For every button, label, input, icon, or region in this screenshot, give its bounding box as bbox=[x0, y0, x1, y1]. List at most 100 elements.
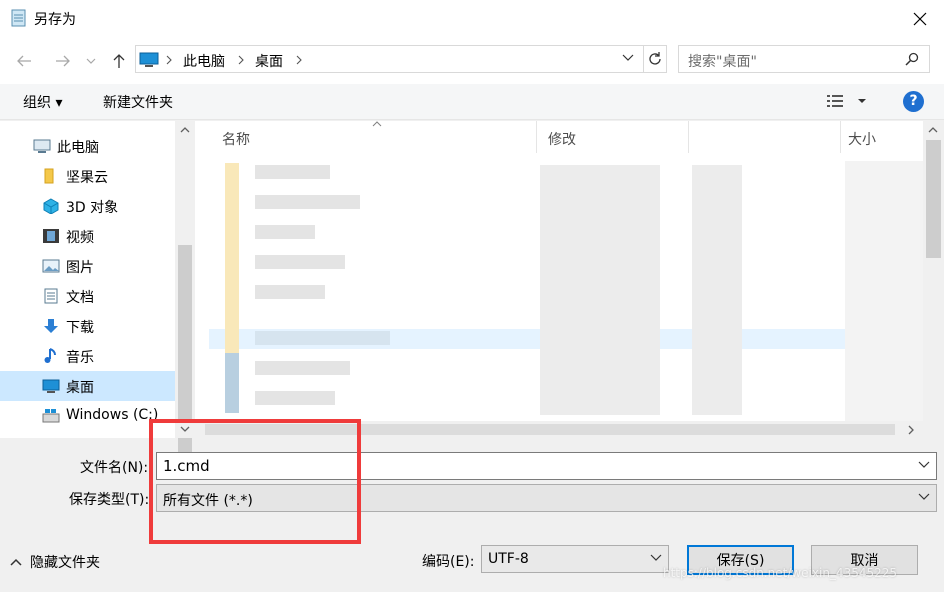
obscured-file-name bbox=[255, 195, 360, 209]
window-title: 另存为 bbox=[34, 12, 76, 28]
computer-icon bbox=[33, 139, 51, 153]
chevron-up-icon[interactable] bbox=[928, 127, 938, 133]
sidebar-item-downloads[interactable]: 下载 bbox=[0, 311, 175, 341]
chevron-down-icon bbox=[918, 493, 930, 500]
chevron-up-icon bbox=[10, 558, 22, 566]
back-button[interactable] bbox=[11, 48, 37, 74]
sidebar-item-pictures[interactable]: 图片 bbox=[0, 251, 175, 281]
obscured-file-icons bbox=[225, 163, 239, 353]
column-header-label: 名称 bbox=[222, 132, 250, 148]
scrollbar-thumb[interactable] bbox=[205, 424, 895, 435]
chevron-down-icon[interactable] bbox=[180, 426, 190, 432]
chevron-down-icon bbox=[650, 554, 662, 561]
hide-folders-toggle[interactable]: 隐藏文件夹 bbox=[10, 552, 100, 572]
drive-icon bbox=[42, 409, 60, 423]
search-placeholder: 搜索"桌面" bbox=[688, 54, 757, 70]
chevron-up-icon[interactable] bbox=[180, 127, 190, 133]
picture-icon bbox=[42, 259, 60, 273]
column-header-label: 大小 bbox=[848, 132, 876, 148]
obscured-file-name bbox=[255, 225, 315, 239]
filename-input[interactable]: 1.cmd bbox=[156, 452, 937, 480]
arrow-up-icon bbox=[113, 54, 125, 68]
sidebar-item-3d-objects[interactable]: 3D 对象 bbox=[0, 191, 175, 221]
chevron-down-icon[interactable] bbox=[622, 54, 634, 62]
sidebar-item-music[interactable]: 音乐 bbox=[0, 341, 175, 371]
details-view-icon bbox=[827, 95, 866, 107]
chevron-right-icon[interactable] bbox=[908, 425, 914, 435]
close-button[interactable] bbox=[896, 0, 944, 38]
sidebar-item-label: 下载 bbox=[66, 320, 94, 336]
sidebar-item-label: 图片 bbox=[66, 260, 94, 276]
forward-button[interactable] bbox=[50, 48, 76, 74]
title-bar: 另存为 bbox=[0, 0, 944, 38]
search-box[interactable]: 搜索"桌面" bbox=[678, 45, 930, 73]
sidebar-item-label: Windows (C:) bbox=[66, 407, 159, 423]
sidebar-item-jianguoyun[interactable]: 坚果云 bbox=[0, 161, 175, 191]
obscured-types bbox=[692, 165, 742, 415]
folder-icon bbox=[44, 168, 54, 184]
new-folder-button[interactable]: 新建文件夹 bbox=[103, 92, 173, 112]
filename-value: 1.cmd bbox=[163, 457, 210, 475]
file-list-horizontal-scrollbar[interactable] bbox=[175, 421, 923, 438]
filename-label: 文件名(N): bbox=[80, 460, 149, 476]
encoding-value: UTF-8 bbox=[488, 551, 529, 567]
change-view-button[interactable] bbox=[826, 94, 868, 112]
arrow-right-icon bbox=[56, 55, 70, 67]
breadcrumb-this-pc[interactable]: 此电脑 bbox=[183, 51, 225, 71]
column-divider[interactable] bbox=[840, 121, 841, 153]
sidebar-scrollbar[interactable] bbox=[175, 121, 195, 470]
encoding-label: 编码(E): bbox=[422, 554, 475, 570]
chevron-down-icon[interactable] bbox=[918, 461, 930, 469]
sidebar-item-label: 文档 bbox=[66, 290, 94, 306]
scrollbar-thumb[interactable] bbox=[926, 140, 941, 258]
sidebar-item-desktop[interactable]: 桌面 bbox=[0, 371, 175, 401]
file-list[interactable]: 名称 修改 大小 bbox=[195, 121, 923, 438]
computer-icon bbox=[139, 52, 159, 67]
sidebar-item-windows-c[interactable]: Windows (C:) bbox=[0, 401, 175, 431]
help-button[interactable]: ? bbox=[903, 91, 924, 112]
video-icon bbox=[43, 229, 59, 243]
filetype-select[interactable]: 所有文件 (*.*) bbox=[156, 484, 937, 512]
column-divider[interactable] bbox=[536, 121, 537, 153]
chevron-right-icon bbox=[238, 55, 244, 65]
column-divider[interactable] bbox=[688, 121, 689, 153]
encoding-select[interactable]: UTF-8 bbox=[481, 545, 669, 573]
obscured-file-name bbox=[255, 361, 350, 375]
obscured-file-name bbox=[255, 391, 335, 405]
recent-locations-button[interactable] bbox=[82, 48, 100, 74]
breadcrumb-desktop[interactable]: 桌面 bbox=[255, 51, 283, 71]
sidebar-item-videos[interactable]: 视频 bbox=[0, 221, 175, 251]
obscured-file-name bbox=[255, 165, 330, 179]
filetype-label: 保存类型(T): bbox=[69, 492, 150, 508]
obscured-modified-dates bbox=[540, 165, 660, 415]
obscured-file-icons bbox=[225, 353, 239, 413]
music-icon bbox=[44, 348, 56, 363]
up-button[interactable] bbox=[106, 48, 132, 74]
address-bar[interactable]: 此电脑 桌面 bbox=[135, 45, 667, 73]
search-icon bbox=[905, 52, 919, 66]
file-list-vertical-scrollbar[interactable] bbox=[923, 121, 944, 426]
refresh-icon[interactable] bbox=[647, 51, 663, 67]
sidebar-item-label: 音乐 bbox=[66, 350, 94, 366]
navigation-pane[interactable]: 此电脑 坚果云 3D 对象 视频 图片 文档 下载 音乐 桌面 Windows … bbox=[0, 121, 175, 438]
cube-3d-icon bbox=[43, 198, 59, 214]
sidebar-item-label: 视频 bbox=[66, 230, 94, 246]
document-icon bbox=[44, 288, 58, 304]
sidebar-item-documents[interactable]: 文档 bbox=[0, 281, 175, 311]
obscured-sizes bbox=[845, 161, 923, 421]
obscured-file-name bbox=[255, 331, 390, 345]
arrow-left-icon bbox=[17, 55, 31, 67]
column-header-label: 修改 bbox=[548, 132, 576, 148]
question-mark-icon: ? bbox=[909, 93, 918, 109]
watermark: https://blog.csdn.net/weixin_43545225 bbox=[663, 566, 898, 580]
sort-ascending-icon bbox=[372, 121, 382, 127]
divider bbox=[643, 46, 644, 72]
organize-button[interactable]: 组织 ▾ bbox=[23, 92, 62, 112]
notepad-icon bbox=[11, 9, 26, 27]
command-bar: 组织 ▾ 新建文件夹 ? bbox=[0, 84, 944, 120]
sidebar-item-label: 桌面 bbox=[66, 380, 94, 396]
sidebar-item-label: 坚果云 bbox=[66, 170, 108, 186]
chevron-right-icon bbox=[166, 55, 172, 65]
sidebar-item-this-pc[interactable]: 此电脑 bbox=[0, 131, 175, 161]
chevron-down-icon bbox=[86, 58, 96, 64]
